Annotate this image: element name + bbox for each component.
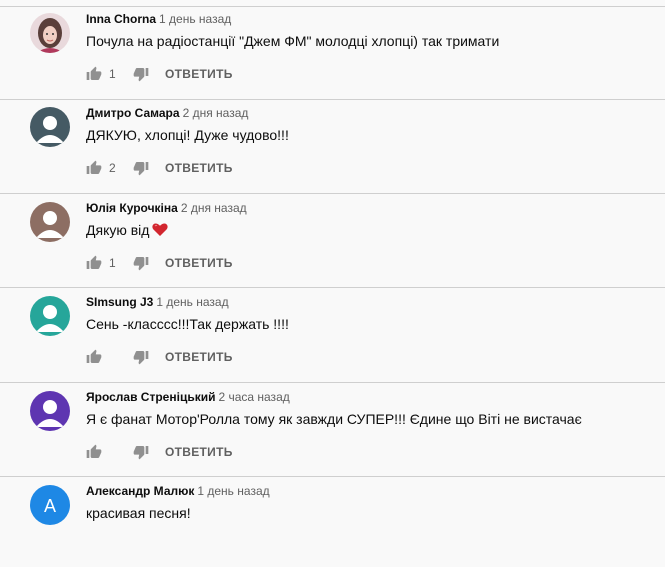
comment-item: Юлія Курочкіна 2 дня назад Дякую від 1 ОТ… bbox=[0, 189, 665, 284]
comment-text-wrap: Дякую від bbox=[86, 222, 169, 238]
thumbs-up-icon[interactable] bbox=[86, 66, 102, 82]
heart-emoji-icon bbox=[152, 223, 169, 236]
letter-avatar-icon: А bbox=[30, 485, 70, 525]
comment-author[interactable]: Inna Chorna bbox=[86, 12, 156, 26]
default-avatar-icon bbox=[30, 296, 70, 336]
like-count: 1 bbox=[109, 256, 116, 270]
comment-item: Дмитро Самара 2 дня назад ДЯКУЮ, хлопці! … bbox=[0, 94, 665, 189]
default-avatar-icon bbox=[30, 391, 70, 431]
comment-text: ДЯКУЮ, хлопці! Дуже чудово!!! bbox=[86, 127, 289, 143]
avatar-photo-icon bbox=[30, 13, 70, 53]
comment-time[interactable]: 2 дня назад bbox=[181, 201, 247, 215]
comment-item: SImsung J3 1 день назад Сень -класссс!!!Т… bbox=[0, 283, 665, 378]
reply-button[interactable]: ОТВЕТИТЬ bbox=[165, 161, 233, 175]
reply-button[interactable]: ОТВЕТИТЬ bbox=[165, 67, 233, 81]
reply-button[interactable]: ОТВЕТИТЬ bbox=[165, 256, 233, 270]
comment-time[interactable]: 1 день назад bbox=[156, 295, 228, 309]
reply-button[interactable]: ОТВЕТИТЬ bbox=[165, 445, 233, 459]
comment-text: Я є фанат Мотор'Ролла тому як завжди СУП… bbox=[86, 411, 582, 427]
comment-author[interactable]: SImsung J3 bbox=[86, 295, 153, 309]
comment-author[interactable]: Ярослав Стреніцький bbox=[86, 390, 215, 404]
comment-text: Почула на радіостанції "Джем ФМ" молодці… bbox=[86, 33, 500, 49]
thumbs-down-icon[interactable] bbox=[133, 66, 149, 82]
like-count: 2 bbox=[109, 161, 116, 175]
comment-author[interactable]: Юлія Курочкіна bbox=[86, 201, 178, 215]
comment-text: красивая песня! bbox=[86, 505, 191, 521]
avatar[interactable] bbox=[30, 13, 70, 53]
avatar[interactable]: А bbox=[30, 485, 70, 525]
default-avatar-icon bbox=[30, 107, 70, 147]
thumbs-down-icon[interactable] bbox=[133, 160, 149, 176]
reply-button[interactable]: ОТВЕТИТЬ bbox=[165, 350, 233, 364]
default-avatar-icon bbox=[30, 202, 70, 242]
avatar[interactable] bbox=[30, 296, 70, 336]
comment-item: Ярослав Стреніцький 2 часа назад Я є фана… bbox=[0, 378, 665, 473]
comment-text: Сень -класссс!!!Так держать !!!! bbox=[86, 316, 289, 332]
avatar-letter: А bbox=[44, 496, 56, 516]
comment-time[interactable]: 2 дня назад bbox=[183, 106, 249, 120]
comment-author[interactable]: Дмитро Самара bbox=[86, 106, 180, 120]
thumbs-up-icon[interactable] bbox=[86, 255, 102, 271]
comment-time[interactable]: 1 день назад bbox=[197, 484, 269, 498]
avatar[interactable] bbox=[30, 202, 70, 242]
like-count: 1 bbox=[109, 67, 116, 81]
thumbs-down-icon[interactable] bbox=[133, 255, 149, 271]
thumbs-up-icon[interactable] bbox=[86, 160, 102, 176]
thumbs-down-icon[interactable] bbox=[133, 444, 149, 460]
comment-time[interactable]: 2 часа назад bbox=[218, 390, 289, 404]
comment-item: Inna Chorna 1 день назад Почула на радіос… bbox=[0, 0, 665, 95]
comment-time[interactable]: 1 день назад bbox=[159, 12, 231, 26]
thumbs-up-icon[interactable] bbox=[86, 444, 102, 460]
thumbs-up-icon[interactable] bbox=[86, 349, 102, 365]
comment-text: Дякую від bbox=[86, 222, 150, 238]
avatar[interactable] bbox=[30, 107, 70, 147]
comment-author[interactable]: Александр Малюк bbox=[86, 484, 194, 498]
comment-item: А Александр Малюк 1 день назад красивая п… bbox=[0, 472, 665, 567]
avatar[interactable] bbox=[30, 391, 70, 431]
thumbs-down-icon[interactable] bbox=[133, 349, 149, 365]
